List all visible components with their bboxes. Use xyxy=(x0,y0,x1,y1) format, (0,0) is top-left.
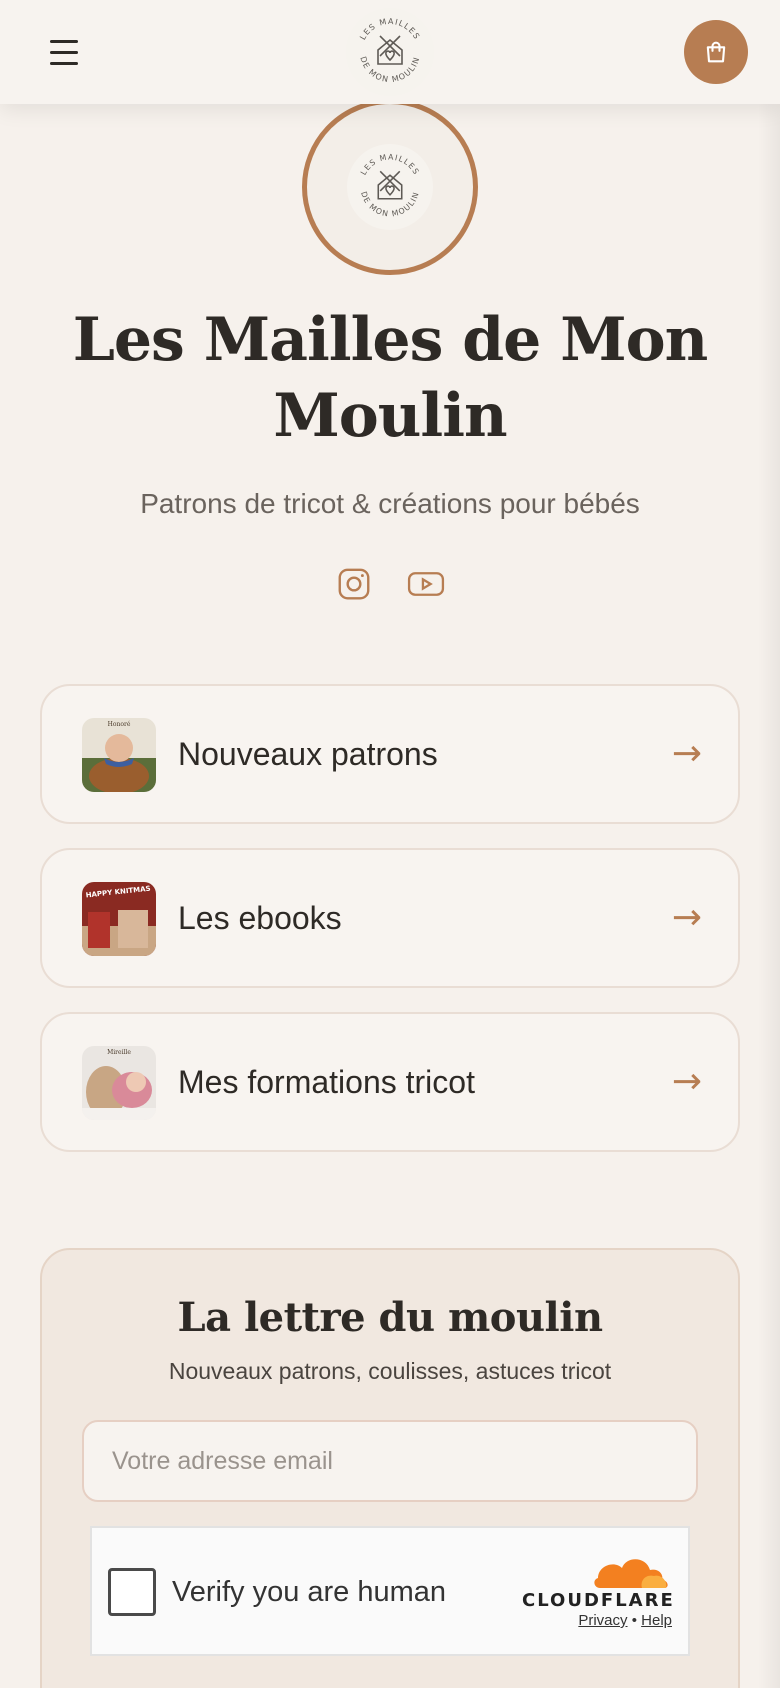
svg-text:Mireille: Mireille xyxy=(107,1049,131,1056)
site-header: LES MAILLES DE MON MOULIN xyxy=(0,0,780,104)
link-les-ebooks[interactable]: HAPPY KNITMAS Les ebooks → xyxy=(40,848,740,988)
help-link[interactable]: Help xyxy=(641,1612,672,1629)
header-logo[interactable]: LES MAILLES DE MON MOULIN xyxy=(346,8,434,96)
menu-button[interactable] xyxy=(42,32,86,72)
svg-text:Honoré: Honoré xyxy=(108,721,131,728)
shopping-bag-icon xyxy=(706,41,726,63)
social-links xyxy=(334,564,448,604)
captcha-label: Verify you are human xyxy=(172,1576,447,1608)
link-nouveaux-patrons[interactable]: Honoré Nouveaux patrons → xyxy=(40,684,740,824)
cloudflare-wordmark: CLOUDFLARE xyxy=(522,1590,675,1611)
profile-avatar: LES MAILLES DE MON MOULIN xyxy=(302,99,478,275)
captcha-links: Privacy • Help xyxy=(522,1612,672,1629)
page-subtitle: Patrons de tricot & créations pour bébés xyxy=(140,488,640,519)
hamburger-icon xyxy=(50,39,78,43)
youtube-link[interactable] xyxy=(406,564,446,604)
hamburger-icon-line xyxy=(50,61,78,65)
newsletter-title: La lettre du moulin xyxy=(177,1294,603,1341)
instagram-icon xyxy=(338,568,370,600)
thumbnail-formations-tricot: Mireille xyxy=(82,1046,156,1120)
thumbnail-les-ebooks: HAPPY KNITMAS xyxy=(82,882,156,956)
cloudflare-logo: CLOUDFLARE xyxy=(522,1550,675,1611)
arrow-right-icon: → xyxy=(671,733,702,774)
avatar-logo: LES MAILLES DE MON MOULIN xyxy=(347,144,433,230)
cart-button[interactable] xyxy=(684,20,748,84)
instagram-link[interactable] xyxy=(334,564,374,604)
arrow-right-icon: → xyxy=(671,1061,702,1102)
youtube-icon xyxy=(407,572,445,596)
page-edge-shadow xyxy=(758,0,780,1688)
link-separator: • xyxy=(631,1612,637,1629)
arrow-right-icon: → xyxy=(671,897,702,938)
cloud-icon xyxy=(594,1559,668,1588)
captcha-checkbox[interactable] xyxy=(108,1568,156,1616)
newsletter-subtitle: Nouveaux patrons, coulisses, astuces tri… xyxy=(168,1358,612,1384)
privacy-link[interactable]: Privacy xyxy=(578,1612,627,1629)
svg-text:LES MAILLES: LES MAILLES xyxy=(359,153,421,177)
link-label: Nouveaux patrons xyxy=(178,736,438,772)
svg-text:LES MAILLES: LES MAILLES xyxy=(358,17,421,42)
link-formations-tricot[interactable]: Mireille Mes formations tricot → xyxy=(40,1012,740,1152)
newsletter-section: La lettre du moulin Nouveaux patrons, co… xyxy=(40,1248,740,1688)
hamburger-icon-line xyxy=(50,50,78,54)
link-label: Mes formations tricot xyxy=(178,1064,475,1100)
email-field[interactable] xyxy=(82,1420,698,1502)
page-title: Les Mailles de Mon Moulin xyxy=(72,305,709,451)
link-label: Les ebooks xyxy=(178,900,342,936)
captcha-widget: Verify you are human CLOUDFLARE Privacy … xyxy=(90,1526,690,1656)
thumbnail-nouveaux-patrons: Honoré xyxy=(82,718,156,792)
